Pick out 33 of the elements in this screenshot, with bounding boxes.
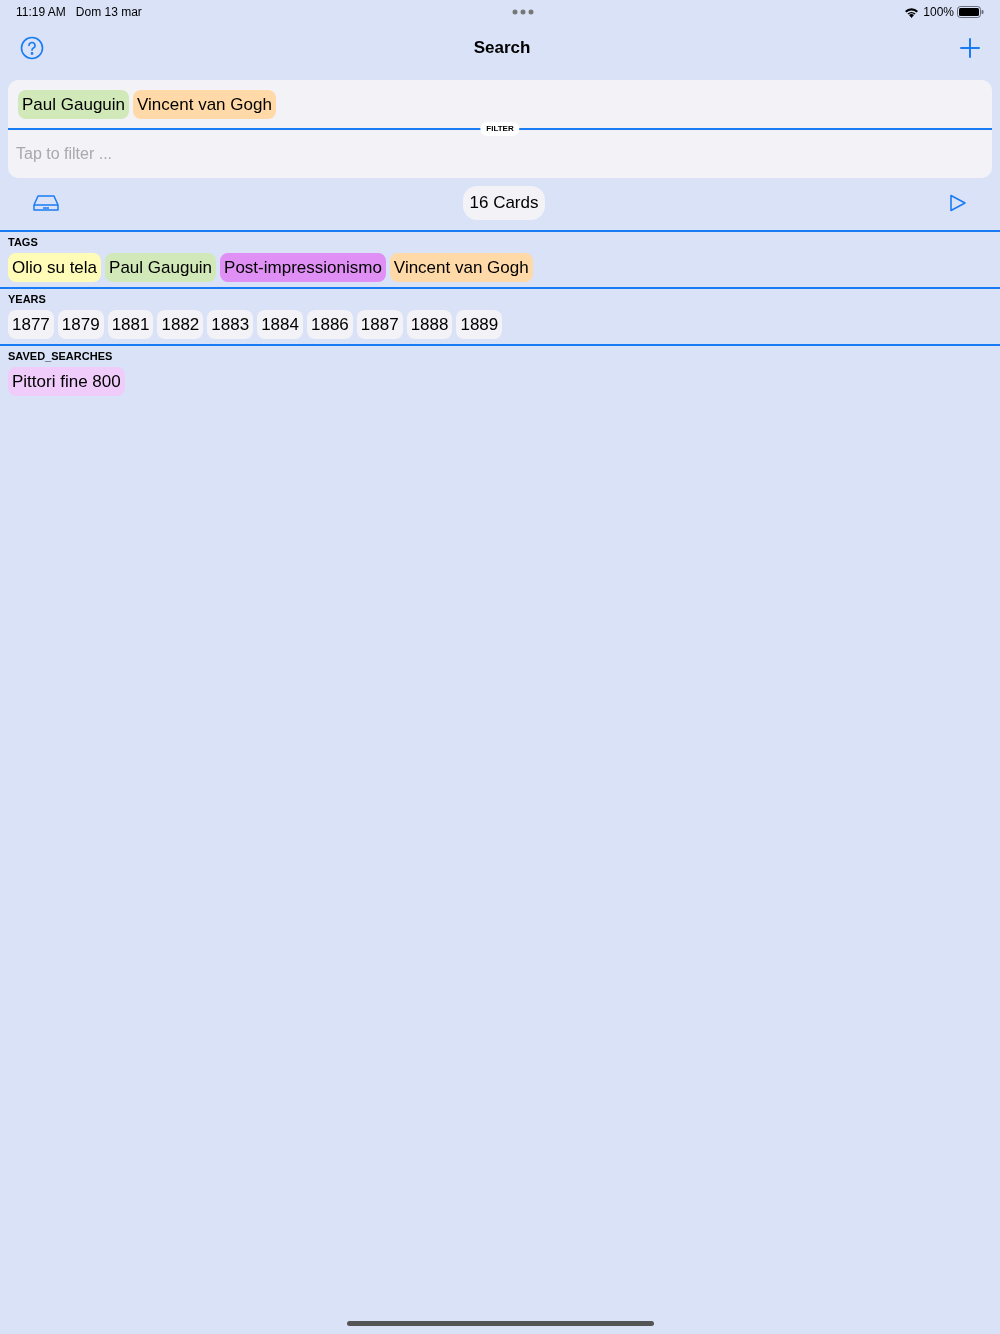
add-icon[interactable] [960, 38, 980, 58]
battery-icon [957, 6, 984, 18]
play-icon[interactable] [949, 194, 967, 212]
tag-chip[interactable]: Vincent van Gogh [389, 253, 533, 282]
drive-icon[interactable] [33, 194, 59, 212]
nav-title: Search [473, 38, 531, 58]
tag-chip[interactable]: Paul Gauguin [105, 253, 217, 282]
tag-chip[interactable]: 1879 [57, 310, 104, 339]
filter-field[interactable]: Tap to filter ... [8, 130, 992, 178]
section-heading: TAGS [8, 236, 38, 249]
tag-chip[interactable]: 1886 [306, 310, 353, 339]
tag-chip[interactable]: 1888 [406, 310, 453, 339]
tag-chip[interactable]: Pittori fine 800 [8, 367, 125, 396]
section-heading: SAVED_SEARCHES [8, 350, 113, 363]
tag-chip[interactable]: 1877 [8, 310, 54, 339]
section-heading: YEARS [8, 293, 46, 306]
more-icon[interactable] [512, 9, 535, 15]
status-time: 11:19 AM [16, 4, 66, 21]
tag-chip[interactable]: 1889 [456, 310, 503, 339]
card-count: 16 Cards [462, 186, 546, 220]
tag-chip[interactable]: Olio su tela [8, 253, 102, 282]
tag-chip[interactable]: 1882 [157, 310, 204, 339]
tag-chip[interactable]: Vincent van Gogh [133, 90, 276, 119]
tag-chip[interactable]: Post-impressionismo [220, 253, 386, 282]
status-date: Dom 13 mar [75, 4, 142, 21]
tag-chip[interactable]: 1884 [257, 310, 303, 339]
tag-chip[interactable]: Paul Gauguin [18, 90, 130, 119]
tag-chip[interactable]: 1881 [107, 310, 154, 339]
tag-chip[interactable]: 1883 [207, 310, 254, 339]
wifi-icon [904, 6, 920, 18]
help-icon[interactable] [20, 36, 44, 60]
battery-percent: 100% [923, 4, 954, 21]
tag-chip[interactable]: 1887 [356, 310, 403, 339]
